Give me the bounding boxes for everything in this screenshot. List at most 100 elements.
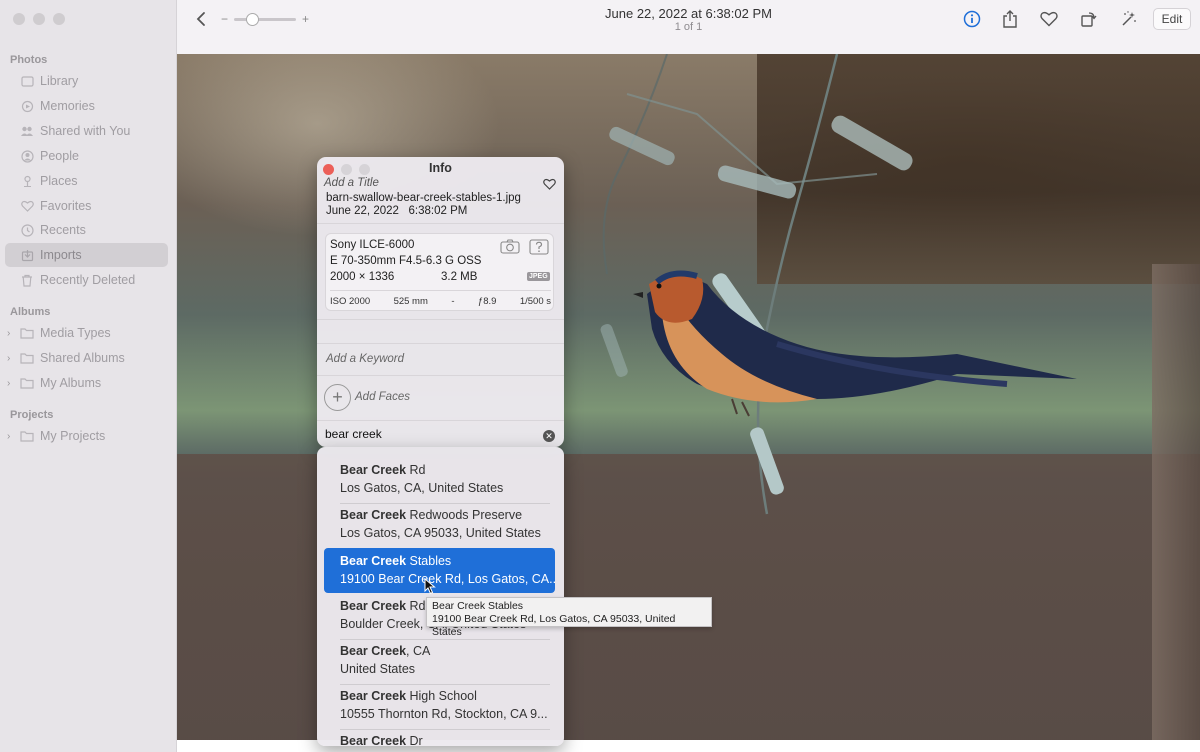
suggestion-match: Bear Creek [340, 599, 407, 613]
sidebar-item-favorites[interactable]: Favorites [5, 194, 168, 218]
exif-iso: ISO 2000 [330, 295, 371, 307]
clock-icon [20, 223, 34, 237]
folder-icon [20, 429, 34, 443]
sidebar-item-places[interactable]: Places [5, 169, 168, 193]
list-item[interactable]: Bear Creek Redwoods Preserve Los Gatos, … [324, 502, 555, 547]
exif-row: ISO 2000 525 mm - ƒ8.9 1/500 s [330, 290, 551, 308]
sidebar-item-recently-deleted[interactable]: Recently Deleted [5, 268, 168, 292]
add-faces-button[interactable]: + [324, 384, 351, 411]
minimize-window-button[interactable] [33, 13, 45, 25]
close-window-button[interactable] [13, 13, 25, 25]
sidebar-section-projects: Projects [10, 409, 54, 421]
suggestion-rest: Rd [406, 463, 426, 477]
info-title: Info [429, 161, 452, 175]
share-button[interactable] [999, 8, 1021, 30]
window-controls [13, 13, 65, 25]
suggestion-address: 19100 Bear Creek Rd, Los Gatos, CA... [340, 572, 555, 586]
sidebar-item-recents[interactable]: Recents [5, 218, 168, 242]
shared-with-you-icon [20, 124, 34, 138]
image-dimensions: 2000 × 1336 [330, 271, 395, 283]
chevron-right-icon[interactable]: › [7, 378, 17, 389]
divider [317, 420, 564, 421]
sidebar-item-shared-with-you[interactable]: Shared with You [5, 119, 168, 143]
info-button[interactable] [961, 8, 983, 30]
sidebar-item-shared-albums[interactable]: › Shared Albums [5, 346, 168, 370]
heart-icon [20, 199, 34, 213]
lens-model: E 70-350mm F4.5-6.3 G OSS [330, 255, 482, 267]
location-search-input[interactable] [325, 427, 555, 441]
sidebar-item-people[interactable]: People [5, 144, 168, 168]
add-keyword-field[interactable]: Add a Keyword [326, 353, 404, 365]
folder-icon [20, 351, 34, 365]
rotate-icon [1081, 12, 1097, 27]
suggestion-match: Bear Creek [340, 689, 407, 703]
sidebar-item-label: Favorites [40, 199, 92, 213]
suggestion-address: United States [340, 662, 416, 676]
sidebar-item-imports[interactable]: Imports [5, 243, 168, 267]
suggestion-rest: Redwoods Preserve [406, 508, 523, 522]
divider [317, 223, 564, 224]
heart-icon [543, 178, 556, 190]
sidebar-section-albums: Albums [10, 306, 51, 318]
photo-datetime: June 22, 2022 6:38:02 PM [326, 205, 467, 217]
sidebar-item-label: My Projects [40, 429, 106, 443]
sidebar-item-media-types[interactable]: › Media Types [5, 321, 168, 345]
edit-button[interactable]: Edit [1153, 8, 1191, 30]
trash-icon [20, 273, 34, 287]
sidebar-item-label: Recently Deleted [40, 273, 136, 287]
add-faces-label[interactable]: Add Faces [355, 391, 410, 403]
exif-focal-length: 525 mm [393, 295, 428, 307]
photo-filename: barn-swallow-bear-creek-stables-1.jpg [326, 192, 521, 204]
magic-wand-icon [1122, 11, 1136, 26]
sidebar-item-my-projects[interactable]: › My Projects [5, 424, 168, 448]
suggestion-tooltip: Bear Creek Stables 19100 Bear Creek Rd, … [426, 597, 712, 638]
list-item[interactable]: Bear Creek, CA United States [324, 638, 555, 683]
folder-icon [20, 376, 34, 390]
suggestion-match: Bear Creek [340, 554, 407, 568]
sidebar: Photos Library Memories Shared with You … [0, 0, 177, 752]
suggestion-rest: Dr [406, 734, 423, 746]
suggestion-address: 10555 Thornton Rd, Stockton, CA 9... [340, 707, 548, 721]
clear-search-button[interactable]: ✕ [543, 430, 555, 442]
auto-enhance-button[interactable] [1118, 8, 1140, 30]
list-item[interactable]: Bear Creek Rd Los Gatos, CA, United Stat… [324, 457, 555, 502]
places-icon [20, 174, 34, 188]
suggestion-rest: High School [406, 689, 477, 703]
camera-icon [500, 239, 520, 257]
suggestion-rest: Stables [406, 554, 452, 568]
file-size: 3.2 MB [441, 271, 478, 283]
list-item[interactable]: Bear Creek High School 10555 Thornton Rd… [324, 683, 555, 728]
list-item-selected[interactable]: Bear Creek Stables 19100 Bear Creek Rd, … [324, 548, 555, 593]
chevron-right-icon[interactable]: › [7, 328, 17, 339]
sidebar-item-label: Imports [40, 248, 82, 262]
sidebar-item-label: Recents [40, 223, 86, 237]
info-icon [963, 10, 981, 28]
sidebar-item-label: Memories [40, 99, 95, 113]
library-icon [20, 74, 34, 88]
list-item[interactable]: Bear Creek Dr [324, 728, 555, 746]
suggestion-match: Bear Creek [340, 463, 407, 477]
chevron-right-icon[interactable]: › [7, 353, 17, 364]
chevron-right-icon[interactable]: › [7, 431, 17, 442]
divider [317, 343, 564, 344]
rotate-button[interactable] [1078, 8, 1100, 30]
sidebar-item-my-albums[interactable]: › My Albums [5, 371, 168, 395]
add-title-field[interactable]: Add a Title [324, 177, 379, 189]
sidebar-item-label: Shared Albums [40, 351, 125, 365]
zoom-window-button[interactable] [53, 13, 65, 25]
sidebar-item-memories[interactable]: Memories [5, 94, 168, 118]
favorite-button[interactable] [1038, 8, 1060, 30]
suggestion-address: Los Gatos, CA 95033, United States [340, 526, 541, 540]
imports-icon [20, 248, 34, 262]
suggestion-match: Bear Creek [340, 734, 407, 746]
info-favorite-button[interactable] [543, 178, 556, 193]
sidebar-item-library[interactable]: Library [5, 69, 168, 93]
exif-shutter: 1/500 s [519, 295, 551, 307]
sidebar-item-label: Places [40, 174, 78, 188]
camera-model: Sony ILCE-6000 [330, 239, 415, 251]
question-icon [529, 239, 549, 258]
plus-icon: + [332, 387, 343, 407]
mouse-cursor-icon [424, 577, 436, 598]
tooltip-address: 19100 Bear Creek Rd, Los Gatos, CA 95033… [432, 613, 676, 638]
sidebar-item-label: Library [40, 74, 79, 88]
